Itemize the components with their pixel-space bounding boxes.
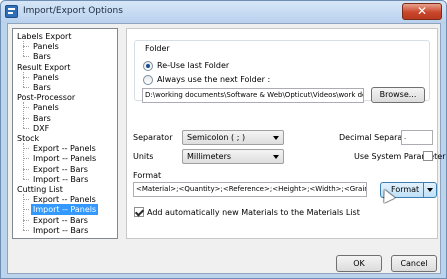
separator-value: Semicolon ( ; ) xyxy=(187,133,246,142)
tree-connector xyxy=(23,41,24,57)
chevron-down-icon xyxy=(273,155,279,159)
chevron-down-icon xyxy=(273,136,279,140)
units-select[interactable]: Millimeters xyxy=(182,149,284,164)
options-panel: Folder Re-Use last Folder Always use the… xyxy=(126,28,445,239)
units-label: Units xyxy=(133,152,154,161)
tree-connector xyxy=(23,71,24,87)
cancel-button[interactable]: Cancel xyxy=(391,255,437,272)
next-folder-label: Always use the next Folder : xyxy=(157,75,271,84)
tree-connector xyxy=(23,127,29,129)
format-label: Format xyxy=(133,171,162,180)
reuse-folder-label: Re-Use last Folder xyxy=(157,61,230,70)
dialog-body: Labels Export Panels Bars Result Export Pane… xyxy=(7,23,445,274)
tree-connector xyxy=(23,102,24,128)
tree-leaf-item[interactable]: Import -- Bars xyxy=(33,225,88,236)
split-divider xyxy=(423,183,424,197)
system-parameter-checkbox[interactable] xyxy=(423,151,433,161)
dialog-window: Import/Export Options ✕ Labels Export Pan… xyxy=(0,0,447,279)
browse-button[interactable]: Browse... xyxy=(371,87,425,103)
folder-group-label: Folder xyxy=(143,44,172,53)
tree-connector xyxy=(23,229,29,231)
tree-connector xyxy=(23,87,29,88)
folder-path-field[interactable]: D:\working documents\Software & Web\Opti… xyxy=(142,88,364,103)
auto-add-materials-label: Add automatically new Materials to the M… xyxy=(147,208,360,217)
app-icon xyxy=(5,5,18,18)
tree-connector xyxy=(23,143,24,179)
separator-label: Separator xyxy=(133,133,173,142)
units-value: Millimeters xyxy=(187,152,232,161)
format-button-label: Format xyxy=(391,185,420,194)
ok-button[interactable]: OK xyxy=(336,255,382,272)
window-title: Import/Export Options xyxy=(23,6,123,16)
format-field[interactable]: <Material>;<Quantity>;<Reference>;<Heigh… xyxy=(133,182,367,197)
tree-connector xyxy=(23,194,24,230)
separator-select[interactable]: Semicolon ( ; ) xyxy=(182,130,284,145)
close-button[interactable]: ✕ xyxy=(402,3,442,20)
title-bar[interactable]: Import/Export Options ✕ xyxy=(1,1,446,23)
decimal-separator-field[interactable]: . xyxy=(401,130,433,145)
next-folder-radio[interactable] xyxy=(143,75,153,85)
chevron-down-icon[interactable] xyxy=(427,188,433,192)
options-tree[interactable]: Labels Export Panels Bars Result Export Pane… xyxy=(12,28,118,239)
reuse-folder-radio[interactable] xyxy=(143,61,153,71)
tree-connector xyxy=(23,56,29,58)
tree-connector xyxy=(23,178,29,180)
auto-add-materials-checkbox[interactable] xyxy=(134,207,144,217)
